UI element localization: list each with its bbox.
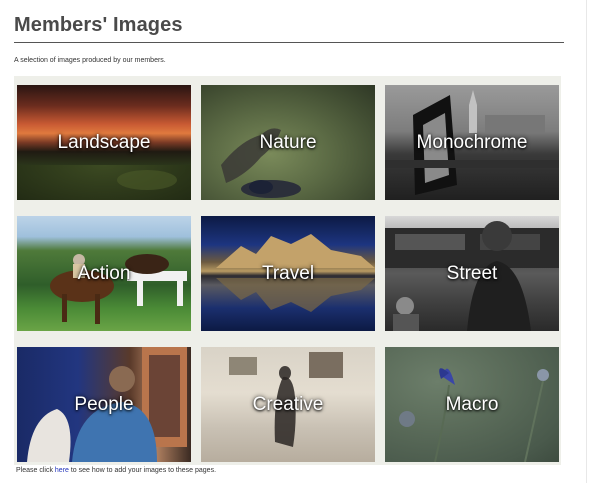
tile-label-macro: Macro (445, 393, 499, 415)
gallery-tile-travel[interactable]: Travel (201, 216, 375, 331)
page-edge (586, 0, 587, 483)
tile-label-people: People (74, 393, 134, 415)
gallery-tile-creative[interactable]: Creative (201, 347, 375, 462)
tile-label-action: Action (77, 262, 131, 284)
intro-text: A selection of images produced by our me… (14, 57, 166, 64)
gallery-tile-macro[interactable]: Macro (385, 347, 559, 462)
gallery-tile-monochrome[interactable]: Monochrome (385, 85, 559, 200)
gallery-tile-action[interactable]: Action (17, 216, 191, 331)
page-title: Members' Images (14, 14, 183, 36)
gallery-tile-people[interactable]: People (17, 347, 191, 462)
gallery-tile-nature[interactable]: Nature (201, 85, 375, 200)
title-divider (14, 42, 564, 43)
tile-label-nature: Nature (259, 131, 317, 153)
tile-label-monochrome: Monochrome (416, 131, 528, 153)
image-gallery: Landscape Nature Monochrome Action Trave… (14, 76, 561, 465)
footer-text-after: to see how to add your images to these p… (68, 467, 217, 474)
tile-label-landscape: Landscape (57, 131, 151, 153)
footer-text-before: Please click (16, 467, 55, 474)
footer-text: Please click here to see how to add your… (16, 467, 216, 474)
tile-label-travel: Travel (261, 262, 315, 284)
tile-label-street: Street (446, 262, 498, 284)
add-images-link[interactable]: here (55, 467, 69, 474)
gallery-tile-landscape[interactable]: Landscape (17, 85, 191, 200)
gallery-tile-street[interactable]: Street (385, 216, 559, 331)
tile-label-creative: Creative (252, 393, 324, 415)
